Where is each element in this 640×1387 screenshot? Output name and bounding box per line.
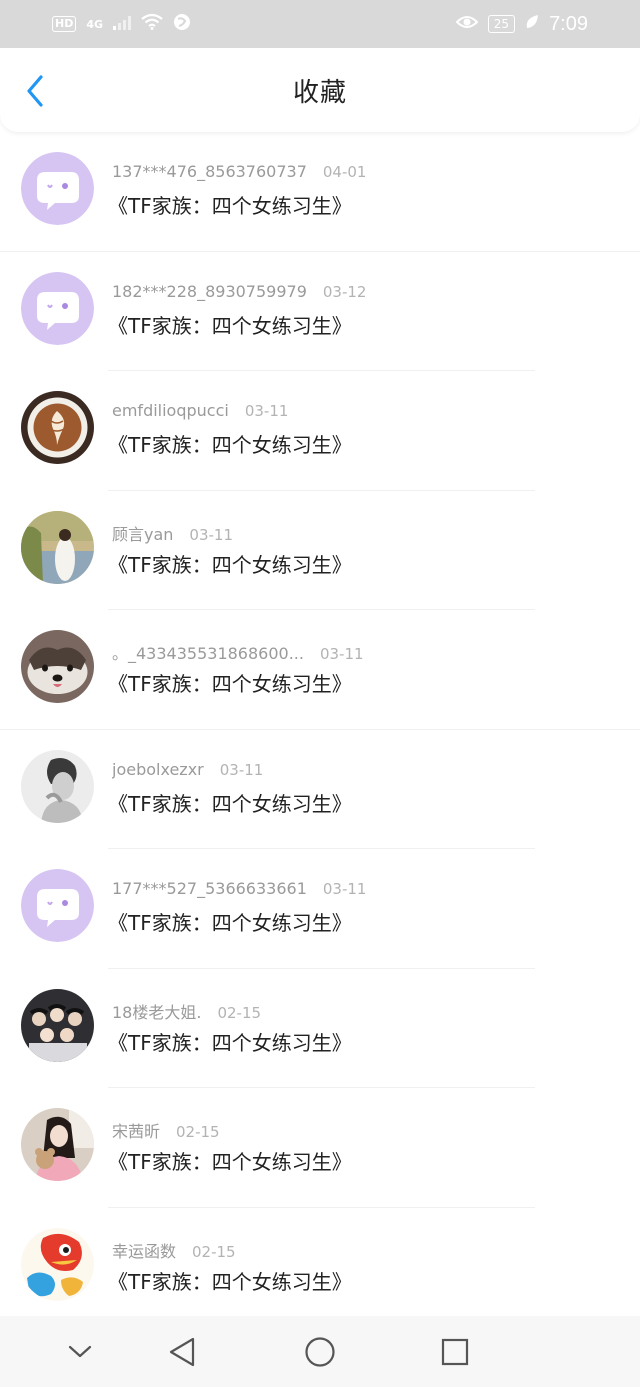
item-date: 03-11 <box>319 645 364 663</box>
default-chat-avatar[interactable] <box>21 869 94 942</box>
item-date: 02-15 <box>217 1003 262 1022</box>
user-name: 幸运函数 <box>112 1241 177 1261</box>
hide-keyboard-icon <box>68 1345 92 1358</box>
default-chat-avatar[interactable] <box>21 152 94 225</box>
list-item[interactable]: 177***527_5366633661 03-11 《TF家族：四个女练习生》 <box>0 849 640 969</box>
network-type: 4G <box>86 17 104 31</box>
group-photo-avatar[interactable] <box>21 988 94 1062</box>
item-date: 02-15 <box>176 1123 220 1141</box>
item-title[interactable]: 《TF家族：四个女练习生》 <box>108 429 352 458</box>
app-header: 收藏 <box>0 48 640 132</box>
list-item[interactable]: emfdilioqpucci 03-11 《TF家族：四个女练习生》 <box>0 371 640 491</box>
item-title[interactable]: 《TF家族：四个女练习生》 <box>108 549 352 578</box>
signal-icon <box>113 15 132 34</box>
list-item[interactable]: 顾言yan 03-11 《TF家族：四个女练习生》 <box>0 491 640 610</box>
favorites-list: 137***476_8563760737 04-01 《TF家族：四个女练习生》… <box>0 132 640 1327</box>
item-date: 04-01 <box>322 163 367 181</box>
list-item[interactable]: 幸运函数 02-15 《TF家族：四个女练习生》 <box>0 1208 640 1328</box>
user-name: 。_433435531868600... <box>112 644 304 663</box>
item-title[interactable]: 《TF家族：四个女练习生》 <box>108 1146 352 1175</box>
item-title[interactable]: 《TF家族：四个女练习生》 <box>108 190 352 219</box>
list-item[interactable]: 137***476_8563760737 04-01 《TF家族：四个女练习生》 <box>0 132 640 252</box>
hide-keyboard-button[interactable] <box>62 1334 98 1370</box>
item-title[interactable]: 《TF家族：四个女练习生》 <box>108 1027 352 1056</box>
bw-portrait-avatar[interactable] <box>21 749 94 823</box>
cartoon-fish-avatar[interactable] <box>21 1227 94 1301</box>
hd-icon: HD <box>52 16 77 32</box>
vpn-icon <box>173 13 191 35</box>
user-name: 顾言yan <box>112 524 174 544</box>
item-date: 03-12 <box>322 282 367 301</box>
list-item[interactable]: 182***228_8930759979 03-12 《TF家族：四个女练习生》 <box>0 252 640 371</box>
battery-icon: 25 <box>487 15 516 33</box>
user-name: joebolxezxr <box>112 759 204 779</box>
recents-nav-button[interactable] <box>437 1334 473 1370</box>
item-date: 03-11 <box>322 880 367 898</box>
user-name: 177***527_5366633661 <box>112 879 307 898</box>
recents-square-icon <box>441 1338 469 1366</box>
back-nav-button[interactable] <box>164 1334 200 1370</box>
back-button[interactable] <box>18 74 52 108</box>
page-title: 收藏 <box>292 77 347 108</box>
list-item[interactable]: joebolxezxr 03-11 《TF家族：四个女练习生》 <box>0 730 640 849</box>
wifi-icon <box>141 13 163 34</box>
item-title[interactable]: 《TF家族：四个女练习生》 <box>108 310 352 339</box>
user-name: 137***476_8563760737 <box>112 162 307 181</box>
item-title[interactable]: 《TF家族：四个女练习生》 <box>108 788 352 817</box>
list-item[interactable]: 。_433435531868600... 03-11 《TF家族：四个女练习生》 <box>0 610 640 730</box>
leaf-icon <box>525 14 539 34</box>
latte-art-avatar[interactable] <box>21 391 94 464</box>
user-name: emfdilioqpucci <box>112 401 229 420</box>
eye-icon <box>455 14 479 34</box>
system-nav-bar <box>0 1316 640 1387</box>
item-date: 03-11 <box>219 760 264 779</box>
girl-with-plush-avatar[interactable] <box>21 1108 94 1181</box>
clock: 7:09 <box>549 12 588 35</box>
home-circle-icon <box>305 1337 335 1367</box>
home-nav-button[interactable] <box>302 1334 338 1370</box>
chevron-left-icon <box>27 75 43 107</box>
item-date: 03-11 <box>189 525 234 544</box>
default-chat-avatar[interactable] <box>21 271 94 345</box>
list-item[interactable]: 宋茜昕 02-15 《TF家族：四个女练习生》 <box>0 1088 640 1208</box>
back-triangle-icon <box>169 1337 195 1367</box>
user-name: 182***228_8930759979 <box>112 281 307 301</box>
item-date: 03-11 <box>244 402 289 420</box>
item-title[interactable]: 《TF家族：四个女练习生》 <box>108 907 352 936</box>
user-name: 宋茜昕 <box>112 1122 161 1141</box>
item-title[interactable]: 《TF家族：四个女练习生》 <box>108 668 352 697</box>
status-bar: HD 4G 25 7:09 <box>0 0 640 48</box>
item-title[interactable]: 《TF家族：四个女练习生》 <box>108 1266 352 1295</box>
user-name: 18楼老大姐. <box>112 1002 202 1022</box>
list-item[interactable]: 18楼老大姐. 02-15 《TF家族：四个女练习生》 <box>0 969 640 1088</box>
item-date: 02-15 <box>192 1242 236 1261</box>
dog-avatar[interactable] <box>21 630 94 703</box>
girl-by-lake-avatar[interactable] <box>21 510 94 584</box>
